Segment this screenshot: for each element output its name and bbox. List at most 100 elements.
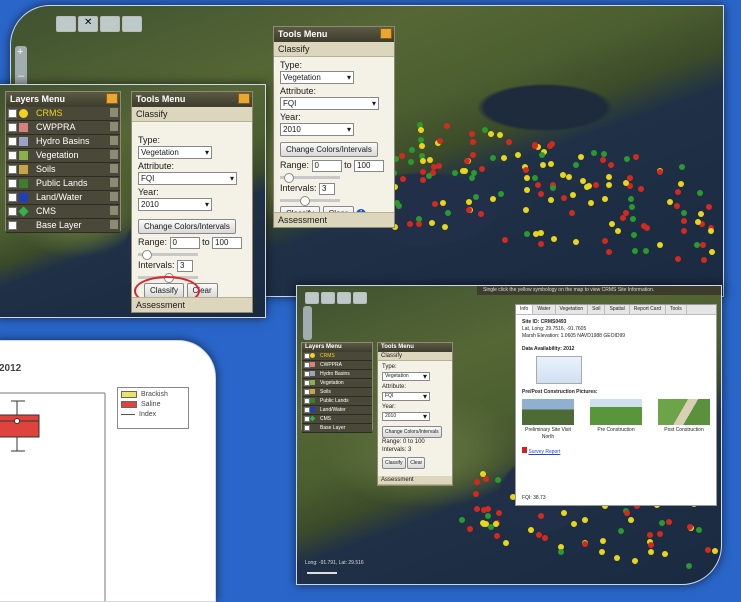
intervals-input[interactable]: 3 xyxy=(177,260,194,272)
info-tab[interactable]: Report Card xyxy=(630,305,667,314)
change-colors-button[interactable]: Change Colors/Intervals xyxy=(138,219,236,234)
layer-checkbox[interactable] xyxy=(304,416,310,422)
type-select[interactable]: Vegetation xyxy=(138,146,212,159)
layer-item[interactable]: Hydro Basins xyxy=(6,135,120,149)
layer-item[interactable]: Land/Water xyxy=(6,191,120,205)
assessment-tab[interactable]: Assessment xyxy=(274,212,394,227)
site-marker[interactable] xyxy=(587,200,594,206)
layer-item[interactable]: Base Layer xyxy=(6,219,120,233)
range-slider[interactable] xyxy=(138,250,198,260)
site-marker[interactable] xyxy=(642,248,649,255)
site-marker[interactable] xyxy=(657,531,664,538)
site-marker[interactable] xyxy=(436,163,443,170)
site-marker[interactable] xyxy=(451,169,458,176)
site-marker[interactable] xyxy=(605,173,612,180)
site-marker[interactable] xyxy=(515,151,522,158)
site-marker[interactable] xyxy=(539,151,546,158)
photo-preliminary[interactable]: Preliminary Site Visit North xyxy=(522,399,574,441)
attribute-select[interactable]: FQI xyxy=(280,97,379,110)
site-marker[interactable] xyxy=(673,203,680,210)
site-marker[interactable] xyxy=(474,506,481,513)
site-marker[interactable] xyxy=(548,160,555,167)
minimize-icon[interactable] xyxy=(380,28,392,39)
site-marker[interactable] xyxy=(617,528,624,535)
change-colors-button[interactable]: Change Colors/Intervals xyxy=(280,142,378,157)
site-marker[interactable] xyxy=(445,210,452,217)
type-select[interactable]: Vegetation xyxy=(280,71,354,84)
site-marker[interactable] xyxy=(685,563,692,570)
site-marker[interactable] xyxy=(469,139,476,146)
site-marker[interactable] xyxy=(602,196,609,203)
change-colors-button[interactable]: Change Colors/Intervals xyxy=(382,426,442,438)
site-marker[interactable] xyxy=(628,195,635,202)
range-to-input[interactable]: 100 xyxy=(212,237,243,249)
site-marker[interactable] xyxy=(522,207,529,214)
site-marker[interactable] xyxy=(444,123,451,129)
range-to-input[interactable]: 100 xyxy=(415,439,425,445)
site-marker[interactable] xyxy=(606,182,613,189)
site-marker[interactable] xyxy=(498,190,505,197)
site-marker[interactable] xyxy=(419,158,426,165)
site-marker[interactable] xyxy=(417,126,424,133)
site-marker[interactable] xyxy=(706,204,713,211)
site-marker[interactable] xyxy=(398,152,405,159)
site-marker[interactable] xyxy=(441,223,448,230)
site-marker[interactable] xyxy=(656,241,663,248)
type-select[interactable]: Vegetation xyxy=(382,372,430,381)
site-marker[interactable] xyxy=(550,235,557,242)
range-from-input[interactable]: 0 xyxy=(311,160,342,172)
site-marker[interactable] xyxy=(614,555,621,562)
layer-item[interactable]: Hydro Basins xyxy=(302,370,372,379)
site-marker[interactable] xyxy=(675,189,682,196)
site-marker[interactable] xyxy=(396,203,403,210)
site-marker[interactable] xyxy=(488,131,495,138)
site-marker[interactable] xyxy=(677,180,684,187)
layer-options-icon[interactable] xyxy=(110,178,118,187)
survey-report-link[interactable]: Survey Report xyxy=(528,449,560,455)
site-marker[interactable] xyxy=(479,165,486,172)
site-marker[interactable] xyxy=(632,557,639,564)
classify-tab[interactable]: Classify xyxy=(274,42,394,57)
layer-item[interactable]: CRMS xyxy=(302,352,372,361)
site-marker[interactable] xyxy=(437,137,444,144)
close-tool-button[interactable]: ✕ xyxy=(78,16,98,32)
pan-tool-button[interactable] xyxy=(56,16,76,32)
layer-item[interactable]: CWPPRA xyxy=(6,121,120,135)
zoom-in-icon[interactable]: + xyxy=(17,46,23,58)
layer-checkbox[interactable] xyxy=(8,109,17,118)
site-marker[interactable] xyxy=(615,228,622,235)
attribute-select[interactable]: FQI xyxy=(138,172,237,185)
year-select[interactable]: 2010 xyxy=(138,198,212,211)
intervals-input[interactable]: 3 xyxy=(319,183,336,195)
site-marker[interactable] xyxy=(528,527,535,534)
site-marker[interactable] xyxy=(496,132,503,139)
site-marker[interactable] xyxy=(674,255,681,262)
site-marker[interactable] xyxy=(656,168,663,175)
site-marker[interactable] xyxy=(559,171,566,178)
attribute-select[interactable]: FQI xyxy=(382,392,430,401)
site-marker[interactable] xyxy=(705,546,712,553)
site-marker[interactable] xyxy=(418,142,425,149)
layer-options-icon[interactable] xyxy=(110,122,118,131)
layer-item[interactable]: CWPPRA xyxy=(302,361,372,370)
site-marker[interactable] xyxy=(679,163,686,170)
site-marker[interactable] xyxy=(578,153,585,160)
site-marker[interactable] xyxy=(472,193,479,200)
site-marker[interactable] xyxy=(547,197,554,204)
assessment-tab[interactable]: Assessment xyxy=(378,476,452,485)
layer-options-icon[interactable] xyxy=(110,150,118,159)
site-marker[interactable] xyxy=(501,155,508,162)
pan-tool-button[interactable] xyxy=(305,292,319,304)
site-marker[interactable] xyxy=(503,539,510,546)
range-to-input[interactable]: 100 xyxy=(354,160,385,172)
site-marker[interactable] xyxy=(681,218,688,225)
layer-checkbox[interactable] xyxy=(8,123,17,132)
site-marker[interactable] xyxy=(630,216,637,223)
layer-item[interactable]: Public Lands xyxy=(6,177,120,191)
site-marker[interactable] xyxy=(599,157,606,164)
site-marker[interactable] xyxy=(568,209,575,216)
layer-checkbox[interactable] xyxy=(8,221,17,230)
site-marker[interactable] xyxy=(561,510,568,517)
layer-item[interactable]: CMS xyxy=(6,205,120,219)
site-marker[interactable] xyxy=(467,525,474,532)
